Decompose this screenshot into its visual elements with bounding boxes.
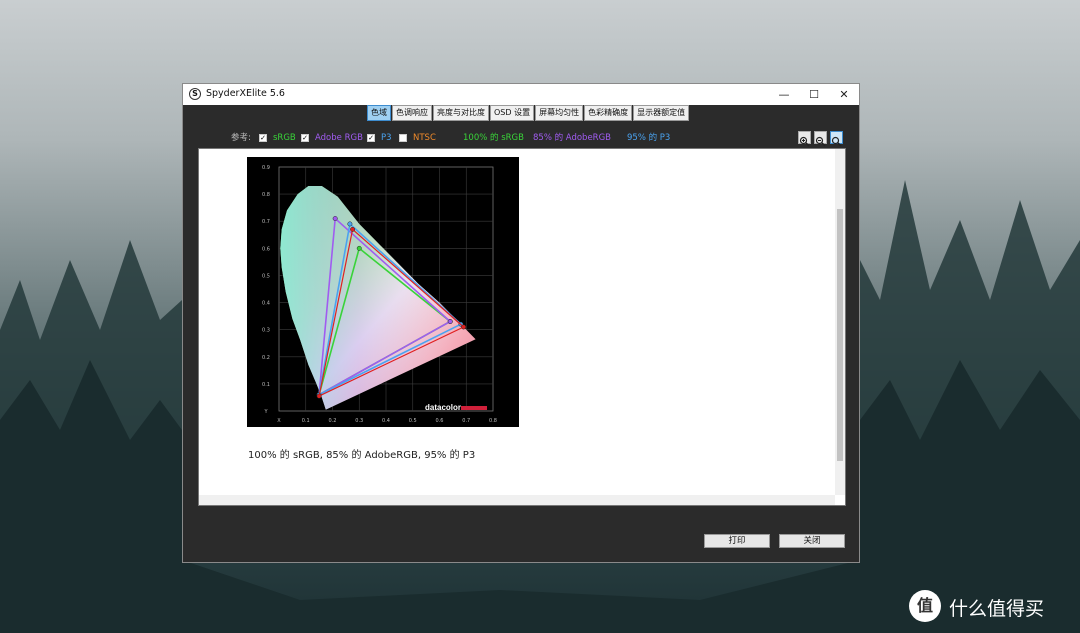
srgb-result: 100% 的 sRGB (463, 133, 524, 143)
tab-display-rating[interactable]: 显示器额定值 (633, 105, 690, 121)
tab-uniformity[interactable]: 屏幕均匀性 (535, 105, 584, 121)
adobergb-checkbox[interactable]: ✓ (301, 134, 309, 142)
zoom-out-icon[interactable] (814, 131, 827, 147)
vertical-scroll-thumb[interactable] (837, 209, 843, 461)
reference-label: 参考: (231, 133, 251, 143)
y-tick-label: 0.5 (262, 273, 270, 279)
spectral-locus-tint (280, 186, 476, 410)
vertical-scrollbar[interactable] (835, 149, 845, 495)
adobe-rgb-primary-point (447, 319, 453, 324)
ntsc-checkbox[interactable] (399, 134, 407, 142)
title-bar[interactable]: S SpyderXElite 5.6 — ☐ ✕ (183, 84, 859, 105)
gamut-caption: 100% 的 sRGB, 85% 的 AdobeRGB, 95% 的 P3 (248, 450, 476, 461)
datacolor-brand-bar (461, 406, 487, 410)
smzdm-watermark-text: 什么值得买 (949, 598, 1045, 620)
measured-primary-point (350, 226, 356, 232)
p3-option-label: P3 (381, 133, 392, 143)
x-tick-label: 0.4 (382, 418, 390, 424)
y-tick-label: 0.4 (262, 301, 270, 307)
p3-result: 95% 的 P3 (627, 133, 671, 143)
p3-checkbox[interactable]: ✓ (367, 134, 375, 142)
cie-diagram: X 0.1 0.2 0.3 0.4 0.5 0.6 0.7 0.8 Y 0.1 0.2 0.3 0.4 0.… (262, 165, 497, 424)
horizontal-scrollbar[interactable] (199, 495, 835, 505)
x-tick-label: X (277, 418, 281, 424)
tab-gamut[interactable]: 色域 (367, 105, 391, 121)
x-tick-label: 0.7 (462, 418, 470, 424)
tab-tone-response[interactable]: 色调响应 (392, 105, 432, 121)
tab-osd-settings[interactable]: OSD 设置 (490, 105, 535, 121)
adobe-rgb-primary-point (332, 216, 338, 221)
smzdm-logo-icon: 值 (909, 590, 941, 622)
gamut-chart: X 0.1 0.2 0.3 0.4 0.5 0.6 0.7 0.8 Y 0.1 0.2 0.3 0.4 0.… (247, 157, 519, 427)
tab-brightness-contrast[interactable]: 亮度与对比度 (433, 105, 489, 121)
adobergb-option-label: Adobe RGB (315, 133, 363, 143)
ntsc-option-label: NTSC (413, 133, 436, 143)
datacolor-brand: datacolor (425, 403, 461, 412)
measured-primary-point (316, 393, 322, 399)
close-button[interactable]: 关闭 (779, 534, 845, 548)
y-tick-label: Y (263, 409, 268, 415)
adobergb-result: 85% 的 AdobeRGB (533, 133, 612, 143)
x-tick-label: 0.5 (409, 418, 417, 424)
zoom-fit-icon[interactable] (830, 131, 843, 147)
zoom-in-icon[interactable] (798, 131, 811, 147)
close-icon[interactable]: ✕ (829, 84, 859, 105)
x-tick-label: 0.6 (436, 418, 444, 424)
y-tick-label: 0.6 (262, 246, 270, 252)
content-panel: X 0.1 0.2 0.3 0.4 0.5 0.6 0.7 0.8 Y 0.1 0.2 0.3 0.4 0.… (198, 148, 846, 506)
y-tick-label: 0.3 (262, 328, 270, 334)
window-title: SpyderXElite 5.6 (206, 88, 285, 99)
x-tick-label: 0.1 (302, 418, 310, 424)
measured-primary-point (461, 324, 467, 330)
tab-color-accuracy[interactable]: 色彩精确度 (584, 105, 633, 121)
y-tick-label: 0.8 (262, 192, 270, 198)
x-tick-label: 0.8 (489, 418, 497, 424)
x-tick-label: 0.3 (355, 418, 363, 424)
maximize-icon[interactable]: ☐ (799, 84, 829, 105)
srgb-checkbox[interactable]: ✓ (259, 134, 267, 142)
srgb-primary-point (356, 245, 362, 251)
srgb-option-label: sRGB (273, 133, 296, 143)
y-tick-label: 0.7 (262, 219, 270, 225)
y-tick-label: 0.2 (262, 355, 270, 361)
print-button[interactable]: 打印 (704, 534, 770, 548)
tab-bar: 色域 色调响应 亮度与对比度 OSD 设置 屏幕均匀性 色彩精确度 显示器额定值 (367, 105, 690, 121)
p3-primary-point (347, 221, 353, 227)
minimize-icon[interactable]: — (769, 84, 799, 105)
app-logo-icon: S (189, 88, 201, 100)
x-tick-label: 0.2 (329, 418, 337, 424)
y-tick-label: 0.9 (262, 165, 270, 171)
spyder-window: S SpyderXElite 5.6 — ☐ ✕ 色域 色调响应 亮度与对比度 … (182, 83, 860, 563)
y-tick-label: 0.1 (262, 382, 270, 388)
